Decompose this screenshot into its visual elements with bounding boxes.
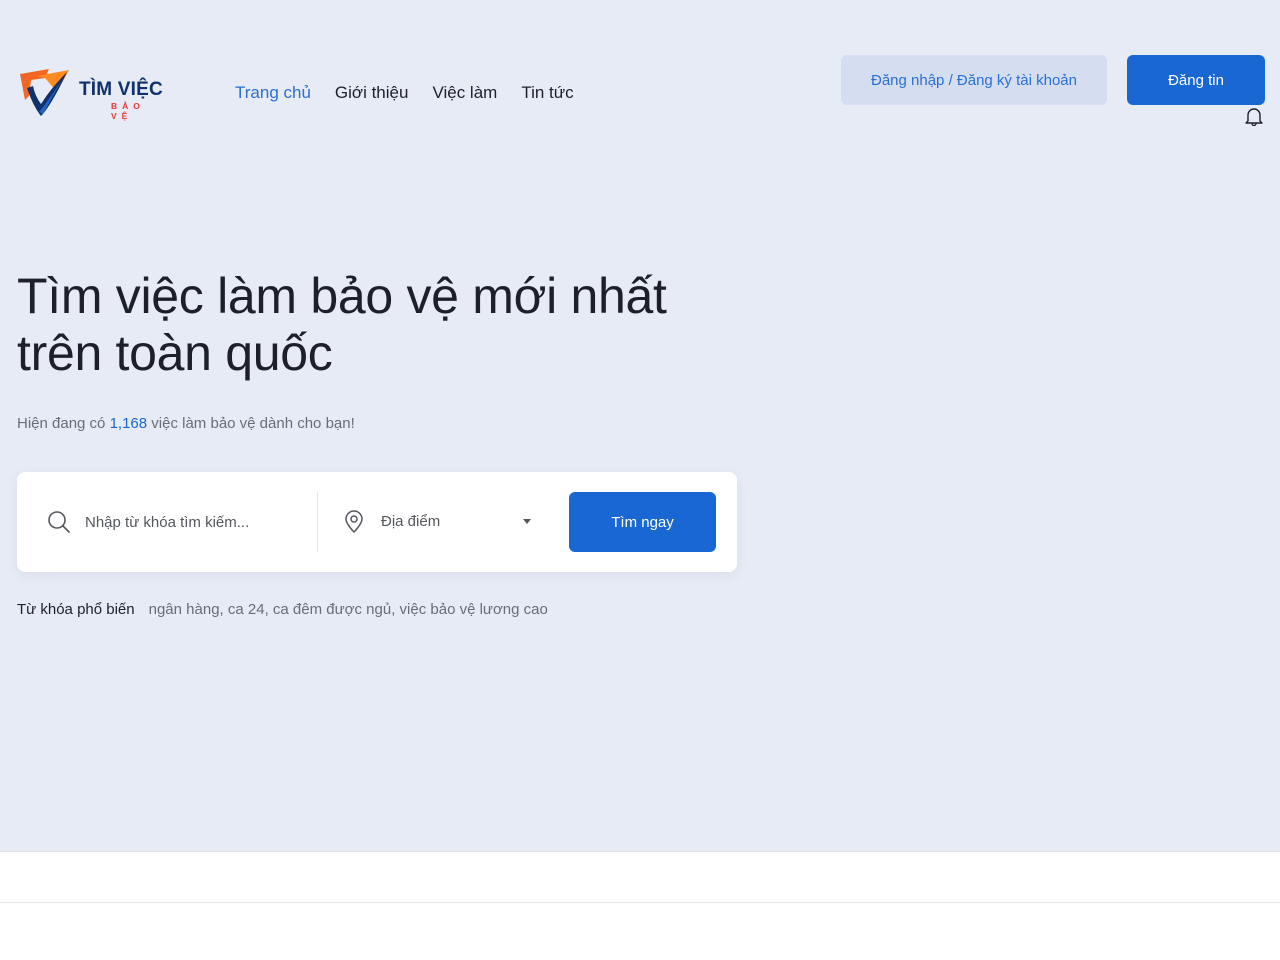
popular-keyword-link[interactable]: ca 24,	[228, 600, 269, 620]
search-button[interactable]: Tìm ngay	[569, 492, 716, 552]
map-pin-icon	[345, 510, 363, 534]
logo-subtitle: BẢO VỆ	[111, 101, 145, 121]
search-form: Địa điểm Tìm ngay	[17, 472, 737, 572]
search-divider	[317, 492, 318, 552]
hero-section: TÌM VIỆC BẢO VỆ Trang chủ Giới thiệu Việ…	[0, 0, 1280, 852]
post-job-button[interactable]: Đăng tin	[1127, 55, 1265, 105]
nav-item-home[interactable]: Trang chủ	[235, 82, 311, 104]
subtitle-prefix: Hiện đang có	[17, 415, 110, 432]
nav-item-about[interactable]: Giới thiệu	[335, 82, 409, 104]
caret-down-icon	[523, 519, 531, 524]
popular-keyword-link[interactable]: ca đêm được ngủ,	[273, 600, 395, 620]
nav-item-jobs[interactable]: Việc làm	[432, 82, 497, 104]
popular-keywords: Từ khóa phổ biến ngân hàng, ca 24, ca đê…	[17, 600, 548, 620]
shield-logo-icon	[20, 69, 69, 116]
logo-text: TÌM VIỆC BẢO VỆ	[79, 79, 167, 122]
site-logo[interactable]: TÌM VIỆC BẢO VỆ	[17, 66, 167, 122]
main-nav: Trang chủ Giới thiệu Việc làm Tin tức	[235, 82, 574, 104]
subtitle-suffix: việc làm bảo vệ dành cho bạn!	[147, 415, 355, 432]
popular-keywords-label: Từ khóa phổ biến	[17, 601, 135, 618]
page-title: Tìm việc làm bảo vệ mới nhất trên toàn q…	[17, 268, 667, 381]
popular-keyword-link[interactable]: ngân hàng,	[149, 600, 224, 620]
login-register-button[interactable]: Đăng nhập / Đăng ký tài khoản	[841, 55, 1107, 105]
logo-title: TÌM VIỆC	[79, 79, 163, 100]
popular-keyword-link[interactable]: việc bảo vệ lương cao	[400, 600, 548, 620]
section-divider	[0, 902, 1280, 903]
nav-item-news[interactable]: Tin tức	[521, 82, 573, 104]
job-count-text: Hiện đang có 1,168 việc làm bảo vệ dành …	[17, 414, 355, 434]
keyword-search-input[interactable]	[85, 508, 305, 536]
bell-icon[interactable]	[1244, 106, 1264, 126]
search-icon	[48, 511, 70, 533]
location-label: Địa điểm	[381, 513, 441, 530]
job-count: 1,168	[109, 415, 148, 432]
location-select[interactable]: Địa điểm	[381, 508, 541, 536]
